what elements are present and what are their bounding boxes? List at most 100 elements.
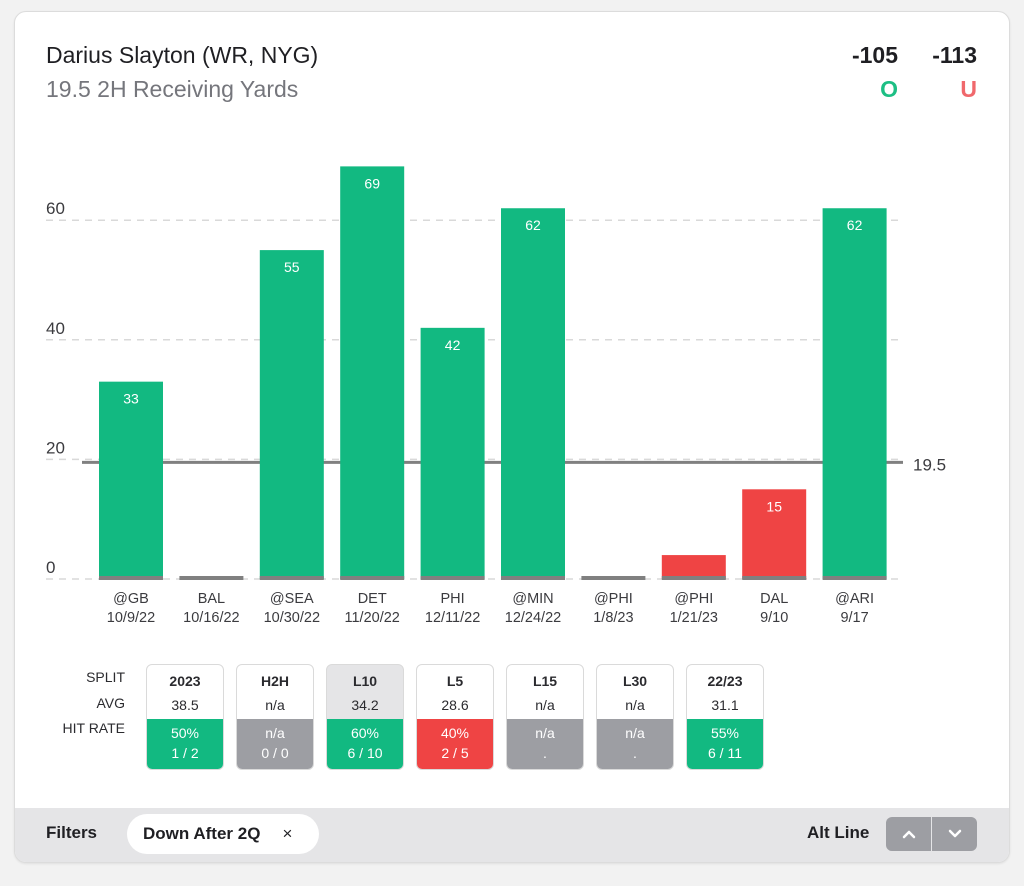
split-name: H2H [260, 673, 289, 689]
split-name: L30 [622, 673, 648, 689]
chevron-up-icon [902, 830, 915, 839]
split-avg: 28.6 [441, 697, 469, 713]
hit-percent: n/a [535, 725, 555, 741]
footer-bar: Filters Down After 2Q × Alt Line [15, 808, 1009, 862]
hit-count: 6 / 11 [708, 745, 742, 761]
bar[interactable] [259, 250, 324, 579]
split-hit-rate: n/a 0 / 0 [237, 719, 313, 769]
x-tick-date: 12/24/22 [505, 610, 561, 626]
bar-value-label: 42 [445, 337, 461, 353]
hit-count: . [633, 745, 637, 761]
x-tick-opponent: BAL [198, 591, 225, 607]
split-card-l5[interactable]: L5 28.6 40% 2 / 5 [416, 664, 494, 770]
bar-value-label: 55 [284, 259, 300, 275]
hit-count: 0 / 0 [261, 745, 289, 761]
x-tick-date: 1/21/23 [670, 610, 718, 626]
x-tick-date: 10/16/22 [183, 610, 239, 626]
split-hit-rate: 50% 1 / 2 [147, 719, 223, 769]
x-tick-date: 12/11/22 [425, 610, 480, 626]
hit-percent: n/a [265, 725, 285, 741]
split-label: SPLIT [86, 669, 125, 685]
split-cards: 2023 38.5 50% 1 / 2 H2H n/a n/a 0 / 0 L10 34.2 60%… [146, 664, 776, 770]
x-tick-date: 10/30/22 [264, 610, 320, 626]
bar[interactable] [822, 208, 887, 580]
bar-baseline [99, 576, 163, 580]
bar-value-label: 62 [525, 217, 541, 233]
split-row-labels: SPLIT AVG HIT RATE [45, 664, 126, 741]
split-hit-rate: n/a. [507, 719, 583, 769]
split-name: L5 [446, 673, 464, 689]
close-icon[interactable]: × [282, 824, 292, 844]
x-tick-opponent: @ARI [835, 591, 874, 607]
split-name: 22/23 [707, 673, 743, 689]
bar-baseline [661, 576, 726, 580]
split-card-h2h[interactable]: H2H n/a n/a 0 / 0 [236, 664, 314, 770]
x-tick-opponent: DAL [760, 591, 788, 607]
split-name: L10 [352, 673, 378, 689]
bar[interactable] [661, 555, 726, 579]
split-avg: n/a [625, 697, 645, 713]
bar[interactable] [99, 381, 163, 579]
bar[interactable] [420, 327, 485, 579]
bar-baseline [179, 576, 244, 580]
alt-line-stepper [886, 817, 977, 851]
split-card-2023[interactable]: 2023 38.5 50% 1 / 2 [146, 664, 224, 770]
bar[interactable] [501, 208, 565, 580]
x-tick-opponent: @GB [113, 591, 149, 607]
alt-line-up-button[interactable] [886, 817, 931, 851]
bar[interactable] [340, 166, 405, 579]
hit-count: . [543, 745, 547, 761]
bar-baseline [742, 576, 807, 580]
split-avg: 38.5 [171, 697, 199, 713]
x-tick-date: 10/9/22 [107, 610, 155, 626]
filter-chip-label: Down After 2Q [143, 824, 261, 843]
split-hit-rate: 55% 6 / 11 [687, 719, 763, 769]
split-avg: n/a [535, 697, 555, 713]
split-hit-rate: 40% 2 / 5 [417, 719, 493, 769]
bar-baseline [501, 576, 565, 580]
hit-percent: 50% [170, 725, 200, 741]
x-tick-date: 11/20/22 [345, 610, 400, 626]
y-tick-label: 0 [46, 558, 55, 577]
hit-rate-label: HIT RATE [62, 720, 126, 736]
y-tick-label: 20 [46, 438, 65, 457]
hit-percent: 55% [710, 725, 740, 741]
hit-percent: 60% [350, 725, 380, 741]
split-card-2223[interactable]: 22/23 31.1 55% 6 / 11 [686, 664, 764, 770]
split-card-l15[interactable]: L15 n/a n/a. [506, 664, 584, 770]
bar-baseline [822, 576, 887, 580]
bar-value-label: 15 [766, 498, 782, 514]
bar-baseline [340, 576, 405, 580]
alt-line-down-button[interactable] [931, 817, 977, 851]
x-tick-opponent: @PHI [674, 591, 713, 607]
x-tick-opponent: @PHI [594, 591, 633, 607]
x-tick-opponent: DET [358, 591, 387, 607]
hit-count: 1 / 2 [171, 745, 199, 761]
filter-chip[interactable]: Down After 2Q × [127, 814, 319, 854]
bar-value-label: 69 [364, 175, 380, 191]
split-card-l10[interactable]: L10 34.2 60% 6 / 10 [326, 664, 404, 770]
split-avg: 31.1 [711, 697, 739, 713]
prop-line-label: 19.5 [913, 455, 946, 474]
bar-baseline [259, 576, 324, 580]
y-tick-label: 60 [46, 199, 65, 218]
split-name: L15 [532, 673, 558, 689]
x-tick-opponent: @MIN [512, 591, 553, 607]
x-tick-date: 9/10 [760, 610, 788, 626]
chevron-down-icon [948, 829, 961, 838]
split-avg: n/a [265, 697, 285, 713]
y-tick-label: 40 [46, 319, 65, 338]
split-hit-rate: 60% 6 / 10 [327, 719, 403, 769]
bar-value-label: 62 [847, 217, 863, 233]
hit-percent: n/a [625, 725, 645, 741]
split-name: 2023 [169, 673, 201, 689]
split-avg: 34.2 [351, 697, 379, 713]
x-tick-date: 9/17 [840, 610, 868, 626]
x-tick-date: 1/8/23 [593, 610, 633, 626]
split-card-l30[interactable]: L30 n/a n/a. [596, 664, 674, 770]
bar-value-label: 33 [123, 391, 139, 407]
prop-card: Darius Slayton (WR, NYG) 19.5 2H Receivi… [14, 11, 1010, 863]
bar-chart: 0 20 40 60 @GB 10/9/22 BAL 10/16/22 @SEA 10/30/22… [46, 166, 946, 626]
hit-percent: 40% [440, 725, 470, 741]
x-tick-opponent: PHI [441, 591, 465, 607]
